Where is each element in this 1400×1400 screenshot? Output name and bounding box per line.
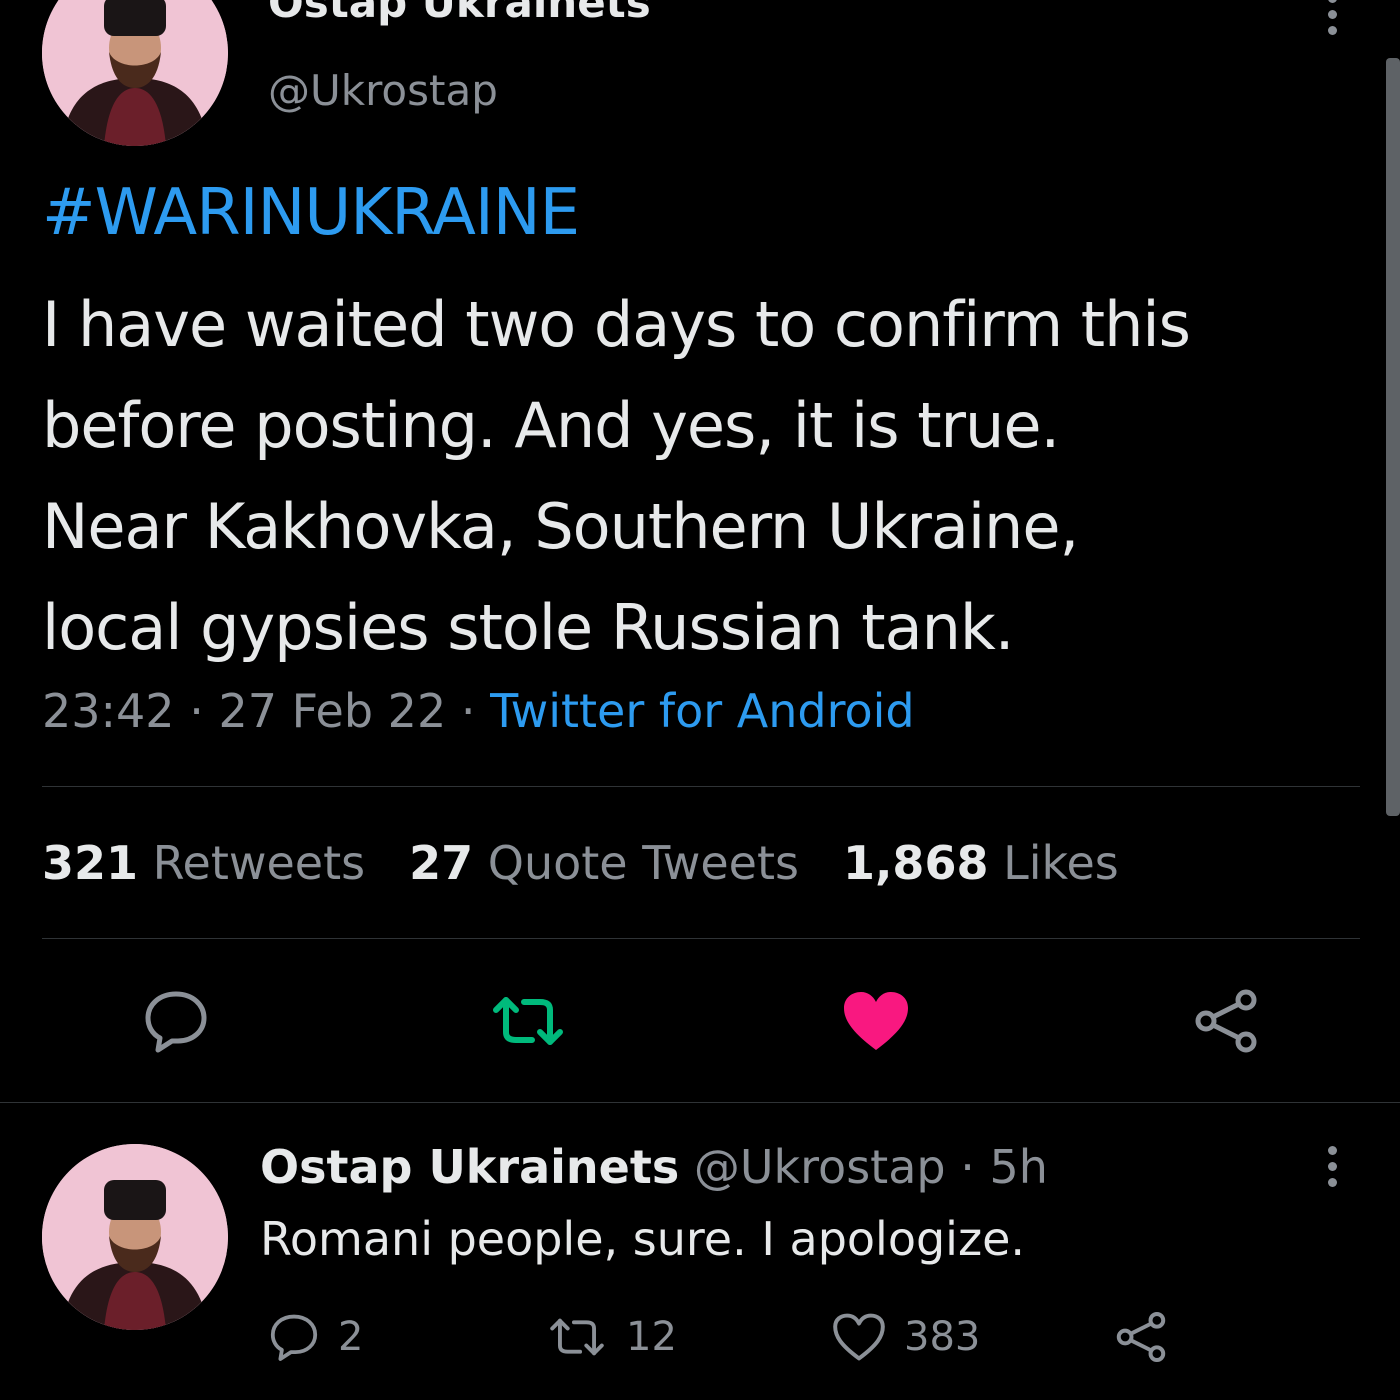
avatar[interactable] xyxy=(42,0,228,146)
tweet-source-link[interactable]: Twitter for Android xyxy=(490,684,915,738)
retweet-count: 12 xyxy=(626,1314,677,1360)
meta-separator: · xyxy=(460,684,476,738)
share-icon xyxy=(1195,989,1257,1053)
reply-retweet-button[interactable]: 12 xyxy=(546,1314,677,1360)
tweet-meta: 23:42 · 27 Feb 22 · Twitter for Android xyxy=(42,684,915,738)
divider xyxy=(42,786,1360,787)
scrollbar[interactable] xyxy=(1386,58,1400,816)
author-name[interactable]: Ostap Ukrainets xyxy=(268,0,651,27)
tweet-time: 23:42 xyxy=(42,684,175,738)
share-icon xyxy=(1116,1311,1166,1363)
reply-count: 2 xyxy=(338,1314,364,1360)
tweet-text-line: before posting. And yes, it is true. xyxy=(42,389,1060,462)
hashtag-link[interactable]: #WARINUKRAINE xyxy=(42,176,580,250)
more-options-icon[interactable] xyxy=(1326,0,1338,42)
more-options-icon[interactable] xyxy=(1326,1146,1338,1194)
retweet-button[interactable] xyxy=(488,992,568,1050)
likes-stat[interactable]: 1,868 Likes xyxy=(843,836,1119,890)
reply-text: Romani people, sure. I apologize. xyxy=(260,1212,1026,1266)
reply-like-button[interactable]: 383 xyxy=(832,1312,980,1362)
reply-author-name[interactable]: Ostap Ukrainets xyxy=(260,1140,679,1194)
author-handle[interactable]: @Ukrostap xyxy=(268,66,498,115)
retweet-icon xyxy=(493,997,563,1045)
like-button[interactable] xyxy=(842,990,910,1052)
reply-age[interactable]: 5h xyxy=(989,1140,1047,1194)
reply-share-button[interactable] xyxy=(1114,1310,1168,1364)
tweet-text-line: Near Kakhovka, Southern Ukraine, xyxy=(42,490,1079,563)
reply-avatar[interactable] xyxy=(42,1144,228,1330)
reply-header: Ostap Ukrainets @Ukrostap · 5h xyxy=(260,1140,1048,1194)
reply-reply-button[interactable]: 2 xyxy=(268,1312,363,1362)
share-button[interactable] xyxy=(1192,988,1260,1054)
tweet-text-line: local gypsies stole Russian tank. xyxy=(42,591,1015,664)
tweet-stats: 321 Retweets 27 Quote Tweets 1,868 Likes xyxy=(42,836,1163,890)
tweet-text: I have waited two days to confirm this b… xyxy=(42,274,1191,678)
meta-separator: · xyxy=(960,1140,975,1194)
quote-tweets-stat[interactable]: 27 Quote Tweets xyxy=(409,836,799,890)
tweet-date[interactable]: 27 Feb 22 xyxy=(218,684,446,738)
tweet-text-line: I have waited two days to confirm this xyxy=(42,288,1191,361)
divider xyxy=(42,938,1360,939)
meta-separator: · xyxy=(189,684,204,738)
retweets-stat[interactable]: 321 Retweets xyxy=(42,836,365,890)
divider xyxy=(0,1102,1400,1103)
heart-icon xyxy=(844,992,908,1050)
reply-button[interactable] xyxy=(142,988,210,1054)
like-count: 383 xyxy=(904,1314,981,1360)
retweet-icon xyxy=(550,1318,604,1356)
reply-bubble-icon xyxy=(270,1314,318,1361)
reply-author-handle[interactable]: @Ukrostap xyxy=(694,1140,946,1194)
reply-bubble-icon xyxy=(145,991,207,1053)
heart-icon xyxy=(833,1313,885,1361)
